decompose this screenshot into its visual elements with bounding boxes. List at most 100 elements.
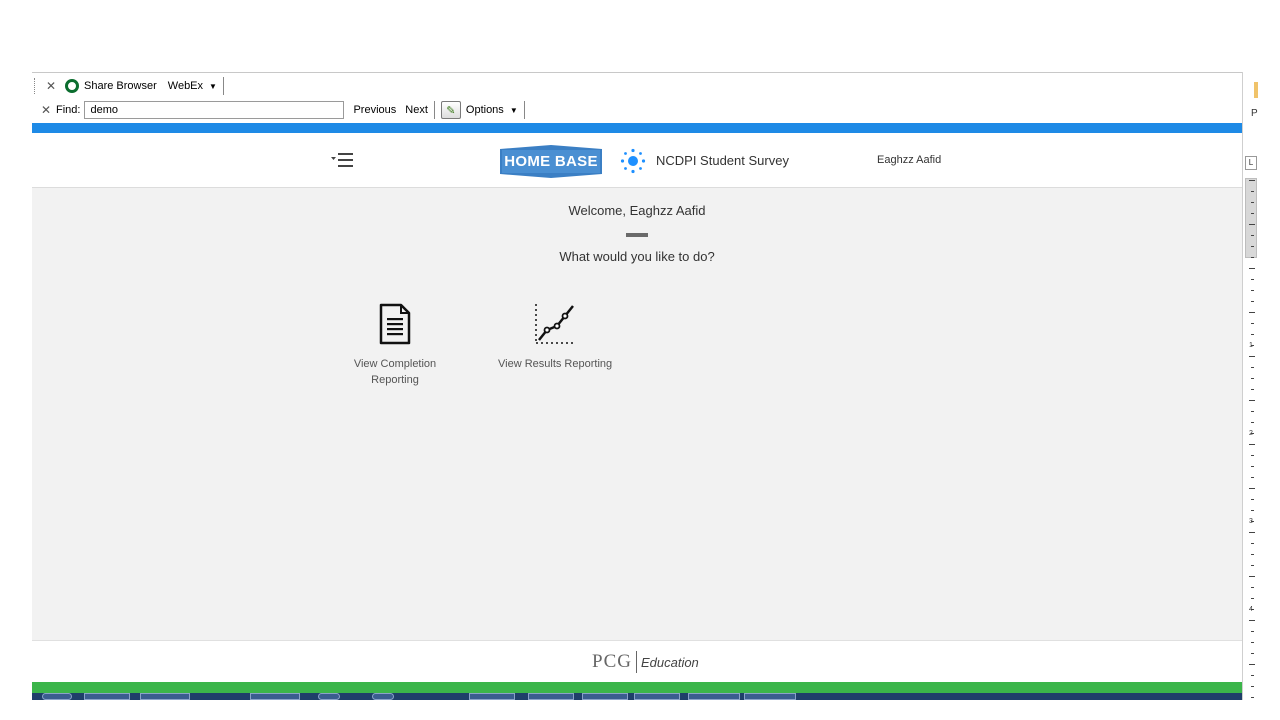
share-browser-icon bbox=[65, 79, 79, 93]
ruler-tick bbox=[1251, 246, 1254, 247]
tile-label-line1: View Results Reporting bbox=[498, 358, 613, 370]
ruler-tick bbox=[1251, 290, 1254, 291]
ruler-tick bbox=[1251, 477, 1254, 478]
ruler-tick bbox=[1251, 202, 1254, 203]
view-completion-reporting-tile[interactable]: View Completion Reporting bbox=[350, 300, 440, 388]
ruler-tick bbox=[1251, 697, 1254, 698]
find-input[interactable] bbox=[84, 101, 345, 119]
ruler-tick bbox=[1251, 367, 1254, 368]
find-options-button[interactable]: Options bbox=[466, 104, 504, 116]
ruler-tick bbox=[1251, 686, 1254, 687]
ruler-tick bbox=[1251, 642, 1254, 643]
taskbar-item[interactable] bbox=[84, 693, 130, 700]
page-footer: PCG Education bbox=[32, 640, 1242, 682]
ruler-tick bbox=[1251, 466, 1254, 467]
ruler-number: 2 bbox=[1249, 430, 1253, 437]
ruler-number: 4 bbox=[1249, 606, 1253, 613]
find-next-button[interactable]: Next bbox=[405, 104, 428, 116]
side-p-label: P bbox=[1251, 108, 1258, 119]
taskbar-item[interactable] bbox=[688, 693, 740, 700]
find-bar: ✕ Find: Previous Next ✎ Options ▼ bbox=[32, 98, 531, 122]
find-previous-button[interactable]: Previous bbox=[353, 104, 396, 116]
ruler-tick bbox=[1251, 499, 1254, 500]
ruler-tick bbox=[1249, 664, 1255, 665]
ruler-tick bbox=[1249, 312, 1255, 313]
ruler-number: 1 bbox=[1249, 342, 1253, 349]
ruler-tick bbox=[1251, 191, 1254, 192]
highlight-icon[interactable]: ✎ bbox=[440, 101, 461, 119]
pcg-logo-education: Education bbox=[640, 654, 699, 670]
ruler-tick bbox=[1251, 411, 1254, 412]
taskbar-item[interactable] bbox=[469, 693, 515, 700]
survey-title: NCDPI Student Survey bbox=[656, 153, 789, 168]
ruler-tick bbox=[1249, 620, 1255, 621]
ruler-tick bbox=[1251, 301, 1254, 302]
close-webex-toolbar-icon[interactable]: ✕ bbox=[43, 79, 59, 93]
ruler-tick bbox=[1251, 554, 1254, 555]
home-base-logo[interactable]: HOME BASE bbox=[500, 145, 602, 178]
line-chart-icon bbox=[533, 300, 577, 348]
ruler-tick bbox=[1251, 422, 1254, 423]
user-name-menu[interactable]: Eaghzz Aafid bbox=[877, 154, 941, 166]
ruler-tick bbox=[1249, 356, 1255, 357]
taskbar-item[interactable] bbox=[744, 693, 796, 700]
ruler-tick bbox=[1249, 400, 1255, 401]
ruler-tick bbox=[1249, 576, 1255, 577]
taskbar-item[interactable] bbox=[250, 693, 300, 700]
pcg-logo-divider bbox=[635, 651, 637, 673]
ruler-tick bbox=[1251, 587, 1254, 588]
find-separator-end bbox=[523, 101, 525, 119]
main-content: Welcome, Eaghzz Aafid What would you lik… bbox=[32, 188, 1242, 640]
ruler-tick bbox=[1251, 510, 1254, 511]
pcg-education-logo: PCG Education bbox=[592, 651, 699, 673]
share-browser-button[interactable]: Share Browser bbox=[84, 80, 157, 92]
view-results-reporting-tile[interactable]: View Results Reporting bbox=[498, 300, 612, 372]
ruler-tick bbox=[1251, 323, 1254, 324]
ruler-tick bbox=[1251, 279, 1254, 280]
taskbar-item[interactable] bbox=[318, 693, 340, 700]
taskbar-start-button[interactable] bbox=[42, 693, 72, 700]
heading-divider bbox=[626, 233, 648, 237]
ruler-tick bbox=[1251, 653, 1254, 654]
browser-toolbar: ✕ Share Browser WebEx ▼ ✕ Find: Previous… bbox=[32, 72, 1242, 123]
ruler-tick bbox=[1251, 598, 1254, 599]
tile-label-line2: Reporting bbox=[371, 374, 419, 386]
hamburger-menu-icon[interactable] bbox=[330, 150, 356, 170]
ruler-tick bbox=[1249, 488, 1255, 489]
ruler-tick bbox=[1251, 455, 1254, 456]
toolbar-grip[interactable] bbox=[34, 78, 37, 94]
ruler-tick bbox=[1251, 565, 1254, 566]
ruler-tick bbox=[1249, 532, 1255, 533]
ruler-tick bbox=[1251, 334, 1254, 335]
webex-menu-button[interactable]: WebEx bbox=[168, 80, 203, 92]
find-label: Find: bbox=[56, 104, 81, 116]
ruler-tick bbox=[1251, 389, 1254, 390]
ruler-tick bbox=[1251, 257, 1254, 258]
ruler-tick bbox=[1249, 268, 1255, 269]
ruler-number: 3 bbox=[1249, 518, 1253, 525]
home-base-logo-text: HOME BASE bbox=[504, 153, 598, 170]
tile-label-line1: View Completion bbox=[353, 358, 437, 370]
survey-icon bbox=[620, 148, 646, 174]
ruler-tick bbox=[1251, 213, 1254, 214]
view-results-reporting-label: View Results Reporting bbox=[498, 356, 612, 372]
green-status-bar bbox=[32, 682, 1242, 693]
taskbar-item[interactable] bbox=[372, 693, 394, 700]
ruler-tab-selector[interactable]: L bbox=[1245, 156, 1257, 170]
toolbar-separator bbox=[222, 77, 224, 95]
options-dropdown-icon[interactable]: ▼ bbox=[510, 106, 518, 115]
document-icon bbox=[373, 300, 417, 348]
webex-toolbar-row: ✕ Share Browser WebEx ▼ bbox=[32, 75, 230, 97]
taskbar-item[interactable] bbox=[582, 693, 628, 700]
taskbar-item[interactable] bbox=[634, 693, 680, 700]
webex-dropdown-icon[interactable]: ▼ bbox=[209, 82, 217, 91]
close-find-bar-icon[interactable]: ✕ bbox=[38, 103, 54, 117]
ruler-tick bbox=[1251, 631, 1254, 632]
ruler-tick bbox=[1249, 444, 1255, 445]
app-header: HOME BASE NCDPI Student Survey Eaghzz Aa… bbox=[32, 133, 1242, 188]
ruler-tick bbox=[1251, 235, 1254, 236]
taskbar-item[interactable] bbox=[140, 693, 190, 700]
side-marker bbox=[1254, 82, 1258, 98]
os-taskbar bbox=[32, 693, 1242, 700]
taskbar-item[interactable] bbox=[528, 693, 574, 700]
